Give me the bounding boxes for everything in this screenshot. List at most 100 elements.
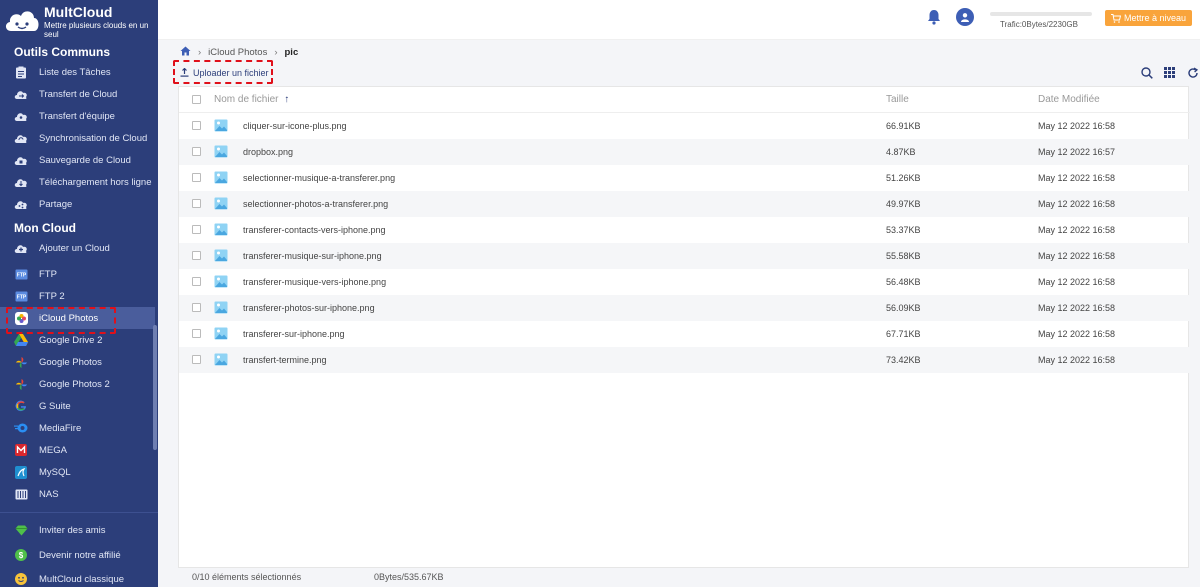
highlight-icloud-photos <box>6 307 116 334</box>
sidebar-item-invite-friends[interactable]: Inviter des amis <box>0 519 155 541</box>
sidebar-item-google-photos[interactable]: Google Photos <box>0 351 155 373</box>
sidebar-item-label: Téléchargement hors ligne <box>39 176 152 188</box>
row-checkbox[interactable] <box>192 329 201 338</box>
row-checkbox[interactable] <box>192 355 201 364</box>
sidebar-item-classic[interactable]: MultCloud classique <box>0 568 155 587</box>
bell-icon[interactable] <box>927 9 941 28</box>
main-content: › iCloud Photos › pic Uploader un fichie… <box>158 40 1200 587</box>
sidebar-item-cloud-backup[interactable]: Sauvegarde de Cloud <box>0 149 155 171</box>
table-row[interactable]: cliquer-sur-icone-plus.png 66.91KB May 1… <box>179 113 1190 139</box>
grid-view-icon[interactable] <box>1163 66 1176 79</box>
user-icon <box>961 13 969 22</box>
column-header-size[interactable]: Taille <box>886 94 909 105</box>
sidebar-item-google-photos-2[interactable]: Google Photos 2 <box>0 373 155 395</box>
sidebar-item-offline-download[interactable]: Téléchargement hors ligne <box>0 171 155 193</box>
sidebar-item-nas[interactable]: NAS <box>0 483 155 505</box>
status-footer: 0/10 éléments sélectionnés 0Bytes/535.67… <box>158 569 1200 587</box>
table-row[interactable]: transferer-musique-sur-iphone.png 55.58K… <box>179 243 1190 269</box>
file-name[interactable]: dropbox.png <box>243 147 293 157</box>
sidebar-item-team-transfer[interactable]: Transfert d'équipe <box>0 105 155 127</box>
sidebar-item-label: FTP <box>39 268 57 280</box>
table-row[interactable]: selectionner-photos-a-transferer.png 49.… <box>179 191 1190 217</box>
row-checkbox[interactable] <box>192 121 201 130</box>
search-icon[interactable] <box>1140 66 1153 79</box>
section-my-cloud: Mon Cloud <box>14 221 76 235</box>
file-date: May 12 2022 16:58 <box>1038 303 1116 313</box>
table-row[interactable]: selectionner-musique-a-transferer.png 51… <box>179 165 1190 191</box>
sidebar-item-label: MEGA <box>39 444 67 456</box>
table-row[interactable]: transfert-termine.png 73.42KB May 12 202… <box>179 347 1190 373</box>
sidebar-item-mysql[interactable]: MySQL <box>0 461 155 483</box>
file-name[interactable]: transferer-musique-vers-iphone.png <box>243 277 386 287</box>
file-name[interactable]: selectionner-photos-a-transferer.png <box>243 199 388 209</box>
image-file-icon <box>214 119 228 132</box>
file-date: May 12 2022 16:58 <box>1038 199 1116 209</box>
file-size: 49.97KB <box>886 199 921 209</box>
nas-icon <box>14 487 28 501</box>
file-name[interactable]: cliquer-sur-icone-plus.png <box>243 121 347 131</box>
selection-count: 0/10 éléments sélectionnés <box>192 572 302 582</box>
logo[interactable]: MultCloud Mettre plusieurs clouds en un … <box>0 0 158 42</box>
sidebar-item-label: NAS <box>39 488 59 500</box>
table-row[interactable]: transferer-contacts-vers-iphone.png 53.3… <box>179 217 1190 243</box>
file-date: May 12 2022 16:58 <box>1038 329 1116 339</box>
file-name[interactable]: selectionner-musique-a-transferer.png <box>243 173 395 183</box>
highlight-upload-button <box>173 60 273 84</box>
breadcrumb: › iCloud Photos › pic <box>180 44 298 60</box>
breadcrumb-item-icloud-photos[interactable]: iCloud Photos <box>208 47 267 58</box>
home-icon[interactable] <box>180 46 191 59</box>
cart-icon <box>1110 13 1121 23</box>
sidebar-item-cloud-sync[interactable]: Synchronisation de Cloud <box>0 127 155 149</box>
sidebar-item-task-list[interactable]: Liste des Tâches <box>0 61 155 83</box>
sidebar-item-label: Devenir notre affilié <box>39 549 121 561</box>
file-name[interactable]: transferer-musique-sur-iphone.png <box>243 251 382 261</box>
sidebar-item-label: Synchronisation de Cloud <box>39 132 148 144</box>
upgrade-button[interactable]: Mettre à niveau <box>1105 10 1192 26</box>
sidebar-item-add-cloud[interactable]: Ajouter un Cloud <box>0 237 155 259</box>
file-name[interactable]: transferer-photos-sur-iphone.png <box>243 303 375 313</box>
table-row[interactable]: transferer-sur-iphone.png 67.71KB May 12… <box>179 321 1190 347</box>
sidebar-item-ftp[interactable]: FTP FTP <box>0 263 155 285</box>
sidebar-item-mediafire[interactable]: MediaFire <box>0 417 155 439</box>
sort-arrow-up-icon: ↑ <box>284 94 290 105</box>
sidebar: MultCloud Mettre plusieurs clouds en un … <box>0 0 158 587</box>
row-checkbox[interactable] <box>192 173 201 182</box>
image-file-icon <box>214 301 228 314</box>
sidebar-item-label: MySQL <box>39 466 71 478</box>
cloud-transfer-icon <box>14 87 28 101</box>
dollar-icon: $ <box>14 548 28 562</box>
g-suite-icon <box>14 399 28 413</box>
topbar: Trafic:0Bytes/2230GB Mettre à niveau <box>158 0 1200 40</box>
sidebar-item-cloud-transfer[interactable]: Transfert de Cloud <box>0 83 155 105</box>
sidebar-item-g-suite[interactable]: G Suite <box>0 395 155 417</box>
file-size: 51.26KB <box>886 173 921 183</box>
sidebar-divider <box>0 512 158 513</box>
sidebar-item-affiliate[interactable]: $ Devenir notre affilié <box>0 544 155 566</box>
image-file-icon <box>214 197 228 210</box>
table-row[interactable]: dropbox.png 4.87KB May 12 2022 16:57 <box>179 139 1190 165</box>
column-header-date[interactable]: Date Modifiée <box>1038 94 1100 105</box>
row-checkbox[interactable] <box>192 277 201 286</box>
table-row[interactable]: transferer-photos-sur-iphone.png 56.09KB… <box>179 295 1190 321</box>
avatar[interactable] <box>956 8 974 26</box>
image-file-icon <box>214 275 228 288</box>
file-name[interactable]: transfert-termine.png <box>243 355 327 365</box>
select-all-checkbox[interactable] <box>192 95 201 104</box>
refresh-icon[interactable] <box>1186 66 1199 79</box>
table-row[interactable]: transferer-musique-vers-iphone.png 56.48… <box>179 269 1190 295</box>
file-name[interactable]: transferer-contacts-vers-iphone.png <box>243 225 386 235</box>
file-size: 56.09KB <box>886 303 921 313</box>
row-checkbox[interactable] <box>192 147 201 156</box>
sidebar-item-share[interactable]: Partage <box>0 193 155 215</box>
sidebar-scrollbar[interactable] <box>153 325 157 450</box>
sidebar-item-ftp-2[interactable]: FTP FTP 2 <box>0 285 155 307</box>
file-date: May 12 2022 16:57 <box>1038 147 1116 157</box>
sidebar-item-mega[interactable]: MEGA <box>0 439 155 461</box>
google-photos-icon <box>14 355 28 369</box>
column-header-name[interactable]: Nom de fichier ↑ <box>214 94 289 105</box>
row-checkbox[interactable] <box>192 251 201 260</box>
file-name[interactable]: transferer-sur-iphone.png <box>243 329 345 339</box>
row-checkbox[interactable] <box>192 199 201 208</box>
row-checkbox[interactable] <box>192 303 201 312</box>
row-checkbox[interactable] <box>192 225 201 234</box>
